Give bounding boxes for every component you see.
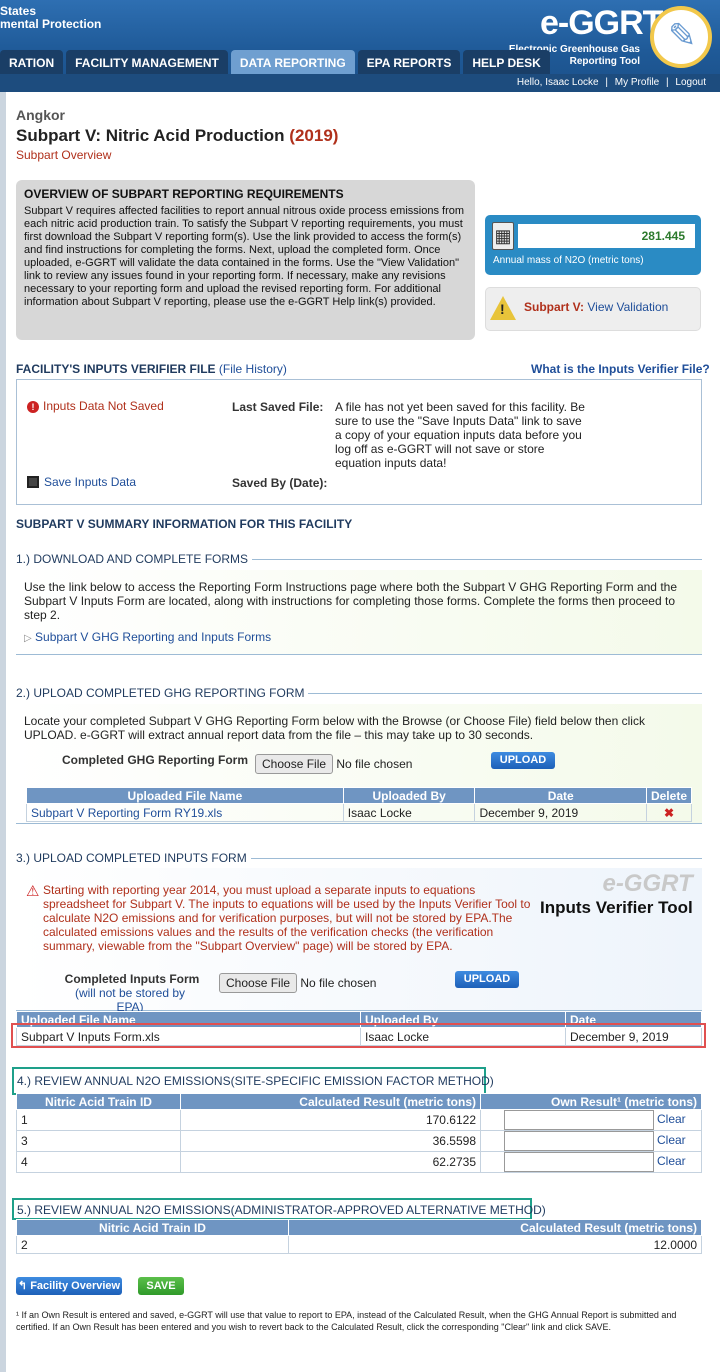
step1-text: Use the link below to access the Reporti… xyxy=(24,580,677,622)
error-icon: ! xyxy=(27,401,39,413)
highlight-box-red xyxy=(11,1023,706,1048)
user-greeting: Hello, Isaac Locke xyxy=(516,77,599,88)
no-file-chosen-inputs: No file chosen xyxy=(300,976,377,990)
own-result-input[interactable] xyxy=(503,1152,654,1172)
table-row: 4 62.2735 Clear xyxy=(16,1151,702,1173)
no-file-chosen-ghg: No file chosen xyxy=(336,757,413,771)
step3-legend: 3.) UPLOAD COMPLETED INPUTS FORM xyxy=(16,851,702,865)
step4-title: 4.) REVIEW ANNUAL N2O EMISSIONS(SITE-SPE… xyxy=(17,1074,494,1088)
inputs-form-label: Completed Inputs Form xyxy=(64,972,200,986)
step4-table: Nitric Acid Train ID Calculated Result (m… xyxy=(16,1093,702,1173)
facility-name: Angkor xyxy=(16,107,65,123)
agency-name: States mental Protection xyxy=(0,4,102,31)
user-bar: Hello, Isaac Locke | My Profile | Logout xyxy=(0,74,720,92)
view-validation-link[interactable]: View Validation xyxy=(587,300,668,314)
last-saved-label: Last Saved File: xyxy=(232,400,324,414)
footnote: ¹ If an Own Result is entered and saved,… xyxy=(16,1310,677,1332)
last-saved-message: A file has not yet been saved for this f… xyxy=(335,400,585,470)
eggrt-logo: e-GGRT xyxy=(540,4,663,42)
step1-panel: Use the link below to access the Reporti… xyxy=(16,570,702,655)
clear-link[interactable]: Clear xyxy=(657,1133,697,1147)
arrow-right-icon: ▷ xyxy=(24,633,32,644)
ghg-upload-table: Uploaded File Name Uploaded By Date Delete … xyxy=(26,787,693,822)
logout-link[interactable]: Logout xyxy=(675,77,706,88)
page-title: Subpart V: Nitric Acid Production (2019) xyxy=(16,126,339,145)
heron-logo-icon: ✎ xyxy=(650,6,712,68)
page-subtitle: Subpart Overview xyxy=(16,148,112,162)
tab-epa-reports[interactable]: EPA REPORTS xyxy=(357,50,461,74)
tab-facility-management[interactable]: FACILITY MANAGEMENT xyxy=(66,50,228,74)
file-history-link[interactable]: (File History) xyxy=(219,362,287,376)
step5-table: Nitric Acid Train ID Calculated Result (m… xyxy=(16,1219,702,1254)
disk-icon xyxy=(27,476,39,488)
step2-legend: 2.) UPLOAD COMPLETED GHG REPORTING FORM xyxy=(16,686,702,700)
step1-legend: 1.) DOWNLOAD AND COMPLETE FORMS xyxy=(16,552,702,566)
inputs-verifier-logo: e-GGRT Inputs Verifier Tool xyxy=(540,870,693,917)
overview-text: Subpart V requires affected facilities t… xyxy=(24,205,465,308)
save-inputs-data-link[interactable]: Save Inputs Data xyxy=(27,475,136,489)
my-profile-link[interactable]: My Profile xyxy=(615,77,659,88)
validation-box: ! Subpart V: View Validation xyxy=(485,287,701,331)
ghg-form-label: Completed GHG Reporting Form xyxy=(62,753,248,767)
table-row: Subpart V Reporting Form RY19.xls Isaac … xyxy=(26,803,693,822)
clear-link[interactable]: Clear xyxy=(657,1154,697,1168)
summary-heading: SUBPART V SUMMARY INFORMATION FOR THIS F… xyxy=(16,517,353,531)
inputs-status: ! Inputs Data Not Saved xyxy=(27,399,164,413)
own-result-input[interactable] xyxy=(503,1131,654,1151)
step2-text: Locate your completed Subpart V GHG Repo… xyxy=(24,714,645,742)
facility-overview-button[interactable]: ↰ Facility Overview xyxy=(16,1277,122,1295)
calculator-icon: ▦ xyxy=(492,222,514,250)
warning-icon: ! xyxy=(490,296,516,320)
warning-icon-inputs: ⚠ xyxy=(26,883,40,900)
left-trim xyxy=(0,92,6,1372)
save-button[interactable]: SAVE xyxy=(138,1277,184,1295)
choose-file-button-ghg[interactable]: Choose File xyxy=(255,754,334,774)
table-row: 3 36.5598 Clear xyxy=(16,1130,702,1152)
saved-by-label: Saved By (Date): xyxy=(232,476,328,490)
main-nav: RATION FACILITY MANAGEMENT DATA REPORTIN… xyxy=(0,50,553,74)
upload-inputs-button[interactable]: UPLOAD xyxy=(455,971,519,988)
annual-mass-box: ▦ 281.445 Annual mass of N2O (metric ton… xyxy=(485,215,701,275)
table-row: 2 12.0000 xyxy=(16,1235,702,1254)
annual-mass-label: Annual mass of N2O (metric tons) xyxy=(493,255,644,266)
step5-title: 5.) REVIEW ANNUAL N2O EMISSIONS(ADMINIST… xyxy=(17,1203,546,1217)
ghg-file-link[interactable]: Subpart V Reporting Form RY19.xls xyxy=(31,806,222,820)
tab-registration[interactable]: RATION xyxy=(0,50,64,74)
tab-help-desk[interactable]: HELP DESK xyxy=(463,50,550,74)
overview-heading: OVERVIEW OF SUBPART REPORTING REQUIREMEN… xyxy=(24,187,344,201)
tab-data-reporting[interactable]: DATA REPORTING xyxy=(230,50,355,74)
what-is-verifier-link[interactable]: What is the Inputs Verifier File? xyxy=(531,362,710,376)
annual-mass-value: 281.445 xyxy=(518,224,695,248)
validation-label: Subpart V: xyxy=(524,300,585,314)
overview-box: OVERVIEW OF SUBPART REPORTING REQUIREMEN… xyxy=(16,180,475,340)
choose-file-button-inputs[interactable]: Choose File xyxy=(219,973,298,993)
upload-ghg-button[interactable]: UPLOAD xyxy=(491,752,555,769)
clear-link[interactable]: Clear xyxy=(657,1112,697,1126)
own-result-input[interactable] xyxy=(503,1110,654,1130)
inputs-form-note: (will not be stored by EPA) xyxy=(74,986,186,1014)
table-row: 1 170.6122 Clear xyxy=(16,1109,702,1131)
inputs-warning-text: Starting with reporting year 2014, you m… xyxy=(43,883,531,953)
verifier-box: ! Inputs Data Not Saved Last Saved File: … xyxy=(16,379,702,505)
verifier-heading: FACILITY'S INPUTS VERIFIER FILE (File Hi… xyxy=(16,362,287,376)
arrow-left-icon: ↰ xyxy=(17,1280,28,1292)
forms-link[interactable]: Subpart V GHG Reporting and Inputs Forms xyxy=(35,630,271,644)
delete-icon[interactable]: ✖ xyxy=(645,803,693,822)
